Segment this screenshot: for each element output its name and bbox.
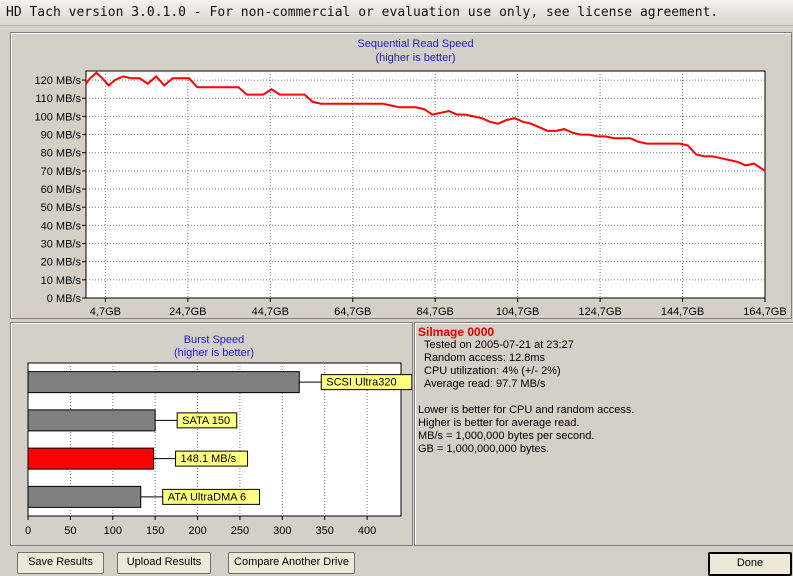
burst-speed-chart: Burst Speed(higher is better) 0 50 100 150 20… bbox=[25, 334, 412, 537]
x-tick-label: 0 bbox=[25, 525, 31, 537]
x-tick-label: 44,7GB bbox=[252, 306, 289, 318]
x-tick-label: 24,7GB bbox=[169, 306, 206, 318]
y-tick-label: 100 MB/s bbox=[35, 111, 82, 123]
burst-bar bbox=[27, 409, 156, 432]
bar-label: ATA UltraDMA 6 bbox=[168, 491, 246, 503]
y-tick-label: 90 MB/s bbox=[41, 130, 82, 142]
y-tick-label: 30 MB/s bbox=[41, 239, 82, 251]
x-tick-label: 124,7GB bbox=[578, 306, 621, 318]
chart-title: Burst Speed bbox=[184, 334, 245, 346]
x-tick-label: 400 bbox=[358, 525, 376, 537]
x-tick-label: 64,7GB bbox=[334, 306, 371, 318]
bar-label: 148.1 MB/s bbox=[181, 453, 237, 465]
x-tick-label: 50 bbox=[64, 525, 76, 537]
y-tick-label: 60 MB/s bbox=[41, 184, 82, 196]
note-higher-better: Higher is better for average read. bbox=[418, 417, 580, 429]
note-gb-definition: GB = 1,000,000,000 bytes. bbox=[418, 443, 550, 455]
sequential-read-chart: Sequential Read Speed (higher is better) 0… bbox=[35, 38, 787, 318]
note-mbs-definition: MB/s = 1,000,000 bytes per second. bbox=[418, 430, 595, 442]
x-tick-label: 144,7GB bbox=[661, 306, 704, 318]
note-lower-better: Lower is better for CPU and random acces… bbox=[418, 404, 635, 416]
burst-bar bbox=[27, 371, 300, 394]
x-tick-label: 84,7GB bbox=[417, 306, 454, 318]
compare-another-drive-button[interactable]: Compare Another Drive bbox=[228, 552, 355, 574]
y-tick-label: 70 MB/s bbox=[41, 166, 82, 178]
x-tick-label: 104,7GB bbox=[496, 306, 539, 318]
title-bar: HD Tach version 3.0.1.0 - For non-commer… bbox=[0, 0, 793, 26]
x-tick-label: 250 bbox=[231, 525, 249, 537]
y-tick-label: 20 MB/s bbox=[41, 257, 82, 269]
random-access: Random access: 12.8ms bbox=[424, 352, 546, 364]
average-read: Average read: 97.7 MB/s bbox=[424, 378, 546, 390]
done-button[interactable]: Done bbox=[708, 552, 792, 576]
y-tick-label: 10 MB/s bbox=[41, 275, 82, 287]
y-tick-label: 40 MB/s bbox=[41, 220, 82, 232]
chart-subtitle: (higher is better) bbox=[375, 52, 455, 64]
bar-label: SCSI Ultra320 bbox=[326, 377, 396, 389]
sequential-read-panel: Sequential Read Speed (higher is better) 0… bbox=[10, 32, 792, 319]
save-results-button[interactable]: Save Results bbox=[17, 552, 104, 574]
x-tick-label: 300 bbox=[273, 525, 291, 537]
x-tick-label: 164,7GB bbox=[743, 306, 786, 318]
cpu-utilization: CPU utilization: 4% (+/- 2%) bbox=[424, 365, 561, 377]
y-tick-label: 50 MB/s bbox=[41, 202, 82, 214]
chart-title: Sequential Read Speed bbox=[357, 38, 473, 50]
y-tick-label: 80 MB/s bbox=[41, 148, 82, 160]
tested-date: Tested on 2005-07-21 at 23:27 bbox=[424, 339, 574, 351]
x-tick-label: 4,7GB bbox=[90, 306, 121, 318]
y-tick-label: 110 MB/s bbox=[35, 93, 81, 105]
x-tick-label: 200 bbox=[188, 525, 206, 537]
burst-speed-panel: Burst Speed (higher is better) 0 50 100 150 20… bbox=[10, 322, 413, 546]
bar-label: SATA 150 bbox=[182, 415, 230, 427]
x-tick-label: 350 bbox=[316, 525, 334, 537]
results-info-panel: Silmage 0000 Tested on 2005-07-21 at 23:… bbox=[414, 322, 793, 546]
x-tick-label: 100 bbox=[104, 525, 122, 537]
drive-name: Silmage 0000 bbox=[418, 325, 495, 339]
window-title: HD Tach version 3.0.1.0 - For non-commer… bbox=[6, 5, 719, 20]
x-tick-label: 150 bbox=[146, 525, 164, 537]
chart-subtitle: (higher is better) bbox=[174, 347, 254, 359]
burst-bar bbox=[27, 447, 155, 470]
y-tick-label: 120 MB/s bbox=[35, 75, 82, 87]
upload-results-button[interactable]: Upload Results bbox=[117, 552, 211, 574]
burst-bar bbox=[27, 485, 142, 508]
y-tick-label: 0 MB/s bbox=[47, 293, 82, 305]
